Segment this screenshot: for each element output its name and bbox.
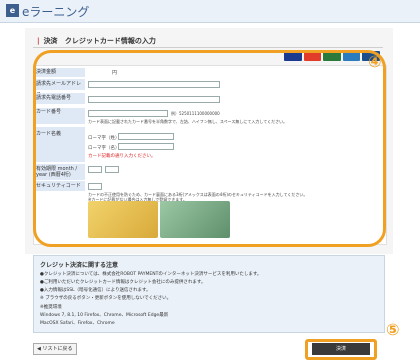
holder-last-input[interactable] (118, 133, 174, 140)
app-header: e eラーニング (0, 0, 420, 23)
phone-input[interactable] (88, 96, 220, 103)
amount-unit: 円 (112, 70, 118, 76)
email-input[interactable] (88, 81, 220, 88)
holder-label: カード名義 (33, 127, 85, 162)
notice-warning: ※ ブラウザの戻るボタン・更新ボタンを使用しないでください。 (40, 296, 172, 301)
visa-card-icon (284, 51, 302, 61)
page-title: | 決済 クレジットカード情報の入力 (37, 37, 156, 45)
credit-notice: クレジット決済に関する注意 ●クレジット決済については、株式会社ROBOT PA… (33, 255, 385, 333)
card-number-example: 例）5250111100000000 (171, 111, 220, 116)
callout-5: ⑤ (386, 320, 400, 339)
card-front-image (88, 201, 158, 238)
expiry-month-select[interactable] (88, 166, 102, 173)
card-brands (284, 51, 380, 61)
title-divider (33, 47, 383, 48)
notice-heading: クレジット決済に関する注意 (40, 262, 119, 269)
expiry-year-select[interactable] (105, 166, 119, 173)
card-number-label: カード番号 (33, 108, 85, 124)
app-title: eラーニング (22, 5, 90, 19)
back-to-list-button[interactable]: ◀ リストに戻る (33, 343, 77, 355)
card-number-note: カード表面に記載されたカード番号を半角数字で、左詰、ハイフン無し、スペース無しに… (88, 119, 288, 124)
notice-line: ●ご利用いただいたクレジットカード情報はクレジット会社にのみ提供されます。 (40, 280, 206, 285)
callout-4: ④ (368, 52, 382, 71)
holder-note: カード記載の通り入力ください。 (88, 154, 156, 159)
holder-first-input[interactable] (118, 143, 174, 150)
notice-env-heading: ※推奨環境 (40, 305, 62, 310)
security-label: セキュリティコード (33, 181, 85, 191)
notice-line: ●入力情報はSSL（暗号化通信）により送信されます。 (40, 288, 151, 293)
security-code-input[interactable] (88, 183, 102, 190)
holder-last-label: ローマ字（姓） (88, 136, 120, 141)
elearning-logo-icon: e (6, 4, 19, 17)
pay-button[interactable]: 決済 (312, 343, 370, 355)
jcb-card-icon (323, 51, 341, 61)
notice-env-mac: MacOSX Safari、Firefox、Chrome (40, 321, 115, 326)
expiry-label: 有効期限 month / year (西暦4桁) (33, 164, 85, 180)
holder-first-label: ローマ字（名） (88, 146, 120, 151)
card-back-image (160, 201, 230, 238)
notice-line: ●クレジット決済については、株式会社ROBOT PAYMENTのインターネット決… (40, 272, 262, 277)
amount-label: 決済金額 (33, 68, 85, 77)
card-number-input[interactable] (88, 110, 168, 117)
mastercard-card-icon (303, 51, 322, 61)
phone-label: 請求先電話番号 (33, 93, 85, 104)
amex-card-icon (342, 51, 361, 61)
email-label: 請求先メールアドレス (33, 79, 85, 98)
notice-env-windows: Windows 7, 8.1, 10 Firefox、Chrome、Micros… (40, 313, 169, 318)
